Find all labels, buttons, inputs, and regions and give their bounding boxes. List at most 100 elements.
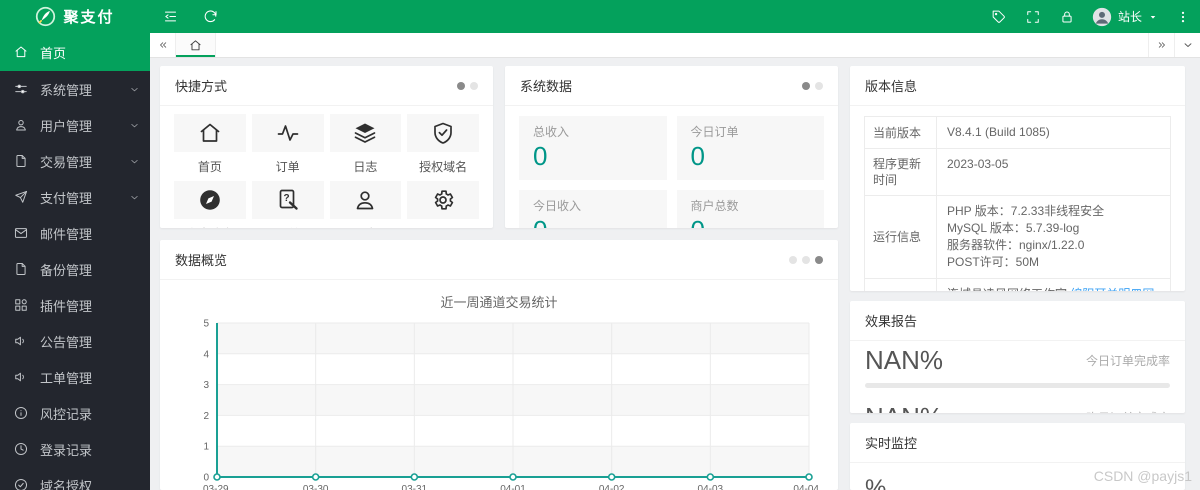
sidebar-item-7[interactable]: 插件管理	[0, 287, 150, 323]
sidebar-item-label: 支付管理	[40, 190, 93, 206]
menu-fold-icon	[163, 9, 178, 24]
shortcut-7[interactable]: 设置	[407, 181, 479, 228]
tabs-dropdown-button[interactable]	[1174, 33, 1200, 57]
stat-box: 商户总数 0	[676, 189, 824, 228]
shortcut-3[interactable]: 授权域名	[407, 114, 479, 177]
fullscreen-button[interactable]	[1016, 0, 1050, 33]
card-shortcuts: 快捷方式 首页 订单 日志 授权域名资金流向? 工单 用户 设置	[160, 66, 493, 228]
file-icon	[14, 262, 28, 276]
username: 站长	[1117, 10, 1142, 24]
chevron-down-icon	[129, 192, 140, 203]
shortcut-0[interactable]: 首页	[174, 114, 246, 177]
app-logo[interactable]: 聚支付	[0, 0, 150, 33]
version-text: 服务器软件：nginx/1.22.0	[947, 238, 1085, 252]
sidebar-item-11[interactable]: 登录记录	[0, 431, 150, 467]
sidebar: 首页 系统管理用户管理交易管理支付管理邮件管理备份管理 插件管理公告管理工单管理 风控…	[0, 33, 150, 490]
collapse-sidebar-button[interactable]	[150, 0, 190, 33]
carousel-dot[interactable]	[802, 255, 810, 264]
sidebar-item-label: 邮件管理	[40, 226, 93, 242]
tab-home[interactable]	[176, 33, 216, 57]
info-icon	[14, 406, 28, 420]
version-label: 当前版本	[865, 117, 937, 148]
tabs-scroll-right-button[interactable]	[1148, 33, 1174, 57]
shortcut-label: 工单	[252, 225, 324, 228]
report-label: 今日订单完成率	[1085, 353, 1170, 368]
carousel-dot[interactable]	[789, 255, 797, 264]
more-vertical-icon	[1176, 10, 1190, 24]
shortcut-1[interactable]: 订单	[251, 114, 324, 177]
stat-value: 0	[533, 215, 653, 228]
sidebar-item-0[interactable]: 首页	[0, 33, 150, 71]
svg-text:3: 3	[203, 380, 209, 391]
sidebar-menu: 首页 系统管理用户管理交易管理支付管理邮件管理备份管理 插件管理公告管理工单管理 风控…	[0, 33, 150, 490]
shortcut-label: 资金流向	[174, 225, 246, 228]
chevrons-right-icon	[1156, 39, 1168, 51]
carousel-dot[interactable]	[470, 81, 478, 90]
version-value: 2023-03-05	[937, 149, 1170, 195]
shield-check-icon	[407, 114, 479, 152]
carousel-dots	[789, 255, 823, 264]
user-icon	[329, 181, 402, 219]
app-title: 聚支付	[63, 9, 115, 26]
card-version-info: 版本信息 当前版本 V8.4.1 (Build 1085) 程序更新时间 2023-0…	[850, 66, 1185, 291]
home-icon	[174, 114, 246, 152]
lock-screen-button[interactable]	[1050, 0, 1084, 33]
user-menu[interactable]: 站长	[1084, 0, 1166, 33]
sidebar-item-2[interactable]: 用户管理	[0, 107, 150, 143]
sidebar-item-label: 用户管理	[40, 118, 93, 134]
card-system-data: 系统数据 总收入 0 今日订单 0 今日收入 0 商户总数 0	[505, 66, 838, 228]
layers-icon	[329, 114, 402, 152]
sidebar-item-12[interactable]: 域名授权	[0, 467, 150, 490]
sidebar-item-label: 域名授权	[40, 478, 93, 490]
report-list: NAN% 今日订单完成率 NAN% 昨日订单完成率	[850, 341, 1185, 413]
report-row-top: NAN% 今日订单完成率	[865, 345, 1170, 376]
svg-text:04-03: 04-03	[698, 484, 724, 490]
carousel-dot[interactable]	[457, 81, 465, 90]
sidebar-item-label: 公告管理	[40, 334, 93, 350]
card-title: 数据概览	[175, 253, 228, 268]
main-content: 快捷方式 首页订单日志授权域名资金流向?工单用户设置 系统数据 总收入0今日订单…	[150, 58, 1200, 490]
shortcut-6[interactable]: 用户	[329, 181, 402, 228]
card-system-data-header: 系统数据	[505, 66, 838, 106]
stat-label: 总收入	[533, 125, 570, 139]
shortcut-label: 日志	[353, 160, 378, 174]
version-line: POST许可：50M	[947, 254, 1160, 271]
sidebar-item-9[interactable]: 工单管理	[0, 359, 150, 395]
stat-label: 今日订单	[690, 125, 739, 139]
sidebar-item-5[interactable]: 邮件管理	[0, 215, 150, 251]
report-label: 昨日订单完成率	[1086, 409, 1170, 413]
card-realtime-monitor-header: 实时监控	[850, 423, 1185, 463]
version-line: 连城县凌风网络工作室 绵阳耳关明皿网络科技有限公司 广州市小周网络科技有限公司 …	[947, 286, 1160, 291]
carousel-dot[interactable]	[815, 81, 823, 90]
version-value: PHP 版本：7.2.33非线程安全 MySQL 版本：5.7.39-log 服务器…	[937, 196, 1170, 278]
svg-text:03-31: 03-31	[402, 484, 428, 490]
shortcut-4[interactable]: 资金流向	[174, 181, 246, 228]
left-column: 快捷方式 首页订单日志授权域名资金流向?工单用户设置 系统数据 总收入0今日订单…	[160, 66, 838, 490]
more-menu-button[interactable]	[1166, 0, 1200, 33]
report-row: NAN% 今日订单完成率	[850, 341, 1185, 398]
sidebar-item-1[interactable]: 系统管理	[0, 71, 150, 107]
svg-text:03-30: 03-30	[303, 484, 329, 490]
shortcut-5[interactable]: ? 工单	[251, 181, 324, 228]
svg-text:1: 1	[203, 442, 209, 453]
sidebar-item-8[interactable]: 公告管理	[0, 323, 150, 359]
tabs-scroll-left-button[interactable]	[150, 33, 176, 57]
carousel-dot[interactable]	[815, 255, 823, 264]
tag-button[interactable]	[982, 0, 1016, 33]
stat-value: 0	[691, 215, 811, 228]
carousel-dot[interactable]	[802, 81, 810, 90]
card-realtime-monitor: 实时监控 %	[850, 422, 1185, 490]
sidebar-item-10[interactable]: 风控记录	[0, 395, 150, 431]
svg-text:04-01: 04-01	[500, 484, 526, 490]
refresh-button[interactable]	[190, 0, 230, 33]
tag-icon	[992, 10, 1006, 24]
sidebar-item-4[interactable]: 支付管理	[0, 179, 150, 215]
shortcut-2[interactable]: 日志	[329, 114, 402, 177]
grid-icon	[14, 298, 28, 312]
sidebar-item-6[interactable]: 备份管理	[0, 251, 150, 287]
volume-icon	[14, 370, 28, 384]
sidebar-item-3[interactable]: 交易管理	[0, 143, 150, 179]
version-text: 2023-03-05	[947, 157, 1009, 171]
shortcuts-grid: 首页 订单 日志 授权域名资金流向 ? 工单 用户 设置	[160, 106, 493, 228]
card-title: 效果报告	[865, 313, 918, 329]
